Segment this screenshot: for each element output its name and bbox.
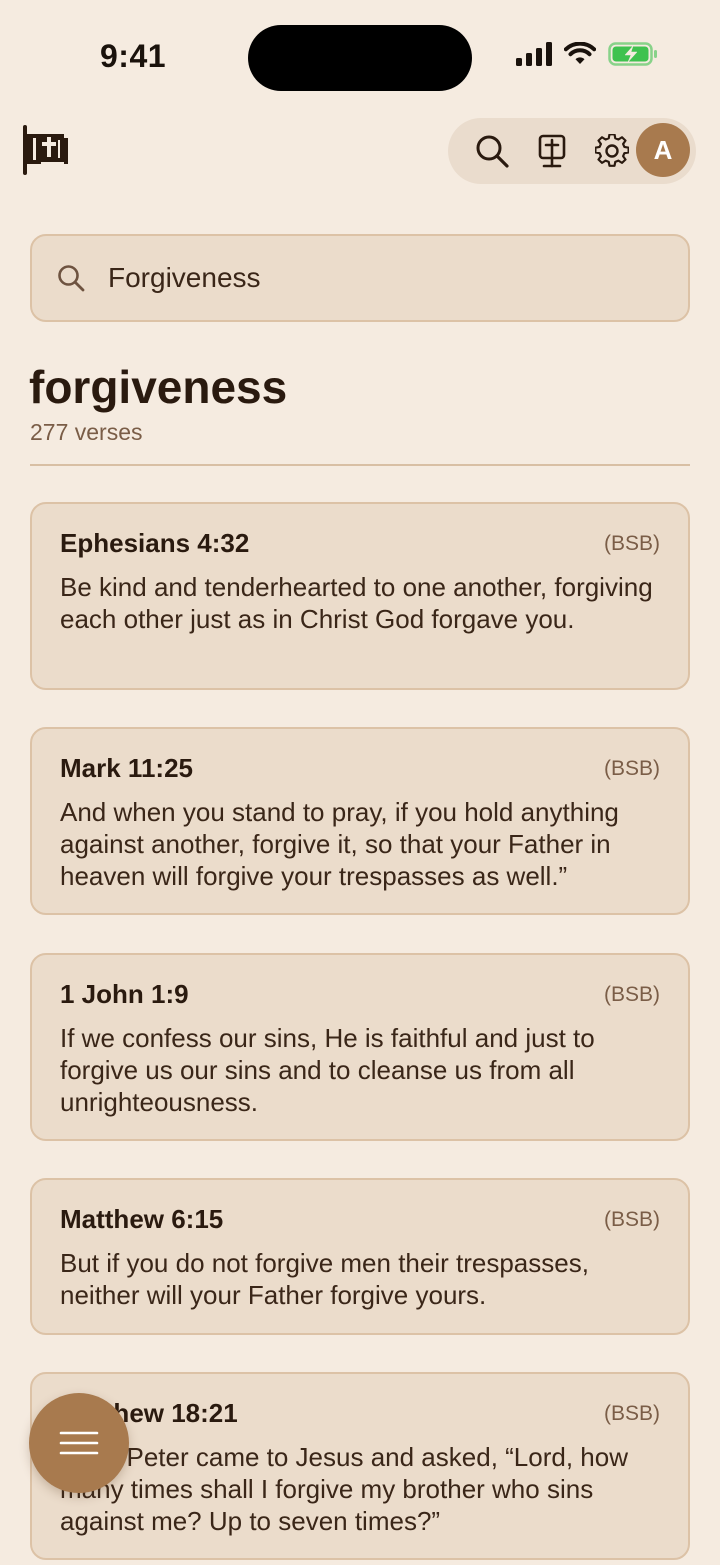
settings-button[interactable] — [582, 121, 642, 181]
verse-translation: (BSB) — [603, 1208, 660, 1231]
verse-text: If we confess our sins, He is faithful a… — [60, 1023, 595, 1117]
verse-translation: (BSB) — [603, 757, 660, 780]
verse-translation: (BSB) — [603, 983, 660, 1006]
verse-reference: 1 John 1:9 — [60, 979, 189, 1009]
verse-card[interactable]: 1 John 1:9 (BSB) If we confess our sins,… — [30, 953, 690, 1141]
dynamic-island — [248, 25, 472, 91]
verse-reference: Matthew 18:21 — [60, 1398, 238, 1428]
menu-icon — [59, 1431, 99, 1455]
verse-card[interactable]: Matthew 6:15 (BSB) But if you do not for… — [30, 1178, 690, 1335]
results-title: forgiveness — [29, 361, 288, 413]
verse-text: Be kind and tenderhearted to one another… — [60, 572, 653, 634]
bible-cross-icon — [538, 134, 566, 168]
verse-card[interactable]: Mark 11:25 (BSB) And when you stand to p… — [30, 727, 690, 915]
avatar[interactable]: A — [636, 123, 690, 177]
search-button[interactable] — [462, 121, 522, 181]
verse-text: Then Peter came to Jesus and asked, “Lor… — [60, 1442, 628, 1536]
app-screen: 9:41 A Forgiveness forgiveness 277 verse… — [0, 0, 720, 1565]
header-toolbar: A — [448, 118, 696, 184]
results-count: 277 verses — [30, 419, 143, 445]
search-bar — [30, 234, 690, 322]
verse-card[interactable]: Ephesians 4:32 (BSB) Be kind and tenderh… — [30, 502, 690, 690]
verse-translation: (BSB) — [603, 532, 660, 555]
search-icon — [476, 135, 509, 168]
verse-text: But if you do not forgive men their tres… — [60, 1248, 589, 1310]
verse-card[interactable]: Matthew 18:21 (BSB) Then Peter came to J… — [30, 1372, 690, 1560]
bible-button[interactable] — [522, 121, 582, 181]
search-input[interactable] — [108, 236, 688, 320]
signal-icon — [516, 42, 552, 66]
verse-reference: Ephesians 4:32 — [60, 528, 250, 558]
verse-reference: Matthew 6:15 — [60, 1204, 224, 1234]
app-logo[interactable] — [20, 124, 72, 181]
divider — [30, 464, 690, 466]
status-icons — [516, 42, 658, 66]
verse-translation: (BSB) — [603, 1402, 660, 1425]
menu-fab-button[interactable] — [29, 1393, 129, 1493]
search-icon — [58, 265, 85, 292]
battery-charging-icon — [608, 42, 657, 66]
status-time: 9:41 — [100, 38, 167, 74]
gear-icon — [595, 134, 629, 167]
verse-text: And when you stand to pray, if you hold … — [60, 797, 619, 891]
bible-scroll-icon — [23, 125, 68, 175]
wifi-icon — [564, 42, 596, 64]
verse-reference: Mark 11:25 — [60, 753, 193, 783]
